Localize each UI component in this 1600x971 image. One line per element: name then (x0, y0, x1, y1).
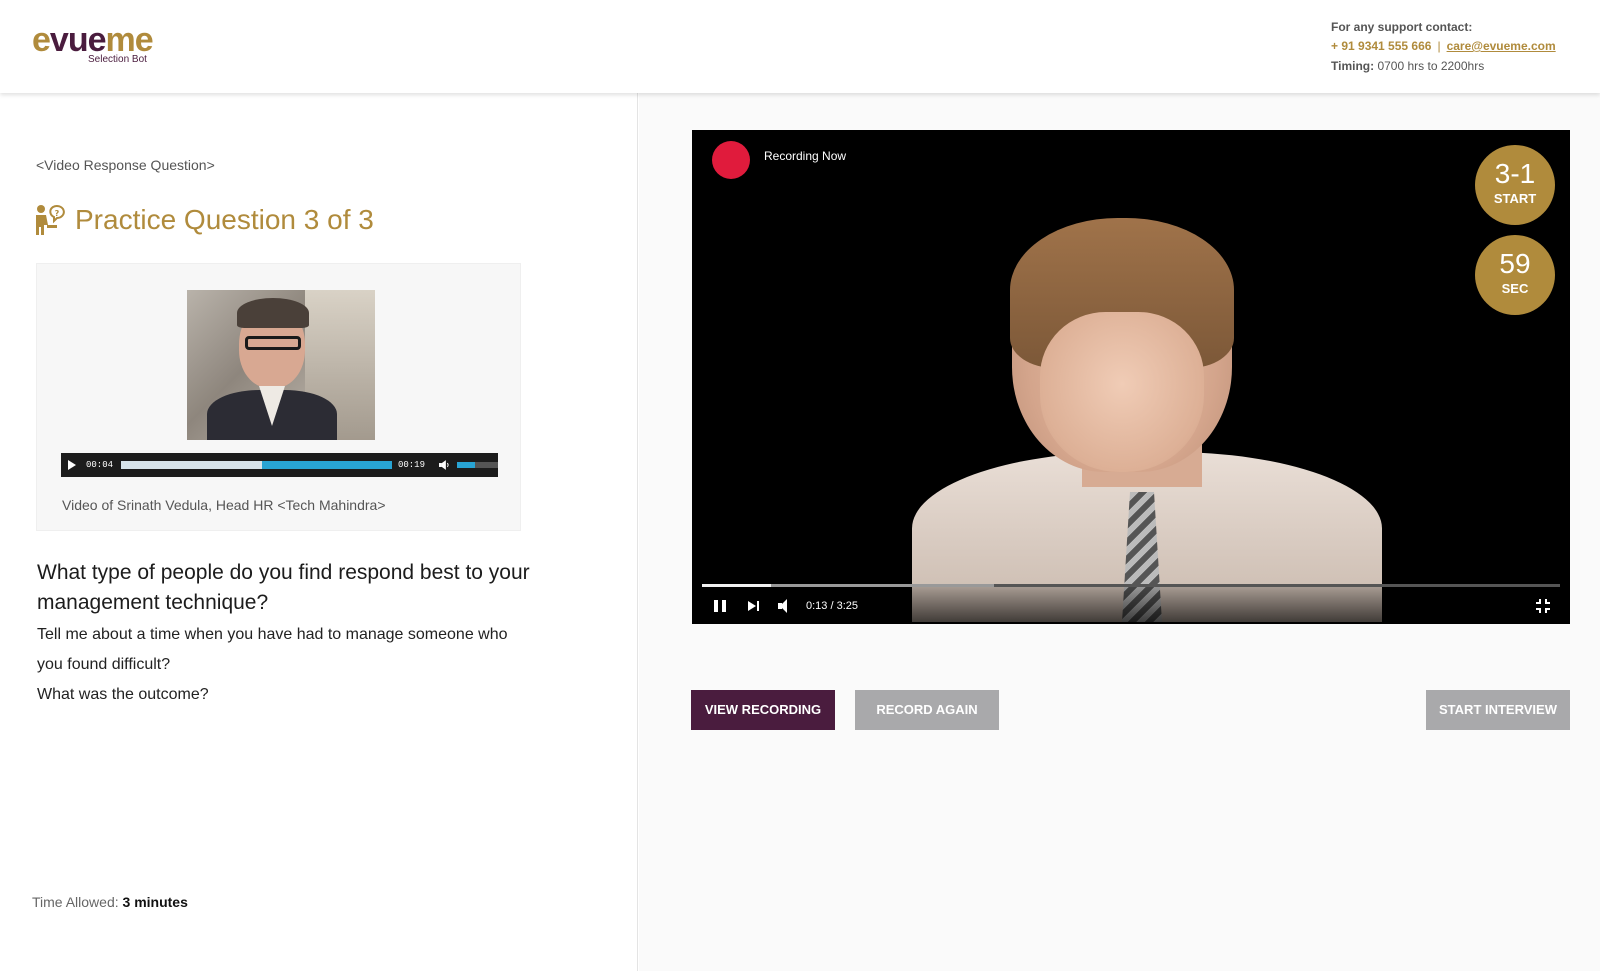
countdown-start-value: 3-1 (1494, 158, 1536, 189)
video-time: 0:13 / 3:25 (806, 599, 858, 612)
countdown-seconds-label: SEC (1501, 281, 1529, 296)
exit-fullscreen-icon[interactable] (1536, 599, 1550, 613)
next-icon[interactable] (748, 600, 760, 612)
recording-status: Recording Now (764, 149, 847, 163)
support-email-link[interactable]: care@evueme.com (1447, 39, 1556, 53)
countdown-seconds-badge: 59 SEC (1475, 235, 1555, 315)
question-title-row: ? Practice Question 3 of 3 (33, 203, 374, 237)
pause-icon[interactable] (714, 599, 726, 612)
time-allowed: Time Allowed: 3 minutes (32, 894, 188, 910)
view-recording-button[interactable]: VIEW RECORDING (691, 690, 835, 730)
question-details: Tell me about a time when you have had t… (37, 620, 527, 710)
candidate-video-feed (912, 218, 1382, 622)
support-timing-label: Timing: (1331, 59, 1375, 73)
question-panel: <Video Response Question> ? Practice Que… (0, 93, 638, 971)
question-title: Practice Question 3 of 3 (75, 204, 374, 235)
interviewer-video-thumbnail[interactable] (187, 290, 375, 440)
countdown-start-label: START (1493, 191, 1537, 206)
play-icon[interactable] (68, 460, 76, 470)
question-type-label: <Video Response Question> (36, 157, 215, 173)
support-timing-value: 0700 hrs to 2200hrs (1377, 59, 1485, 73)
seek-bar[interactable] (121, 461, 392, 469)
app-header: evueme Selection Bot For any support con… (0, 0, 1600, 93)
video-controls: 0:13 / 3:25 (692, 587, 1570, 624)
countdown-start-badge: 3-1 START (1475, 145, 1555, 225)
support-phone[interactable]: + 91 9341 555 666 (1331, 39, 1431, 53)
support-separator: | (1437, 39, 1441, 53)
question-detail-line: What was the outcome? (37, 686, 209, 703)
logo-subtitle: Selection Bot (88, 54, 147, 65)
webcam-recording-video[interactable]: Recording Now 3-1 START 59 SEC 0:13 / 3:… (692, 130, 1570, 624)
svg-text:?: ? (55, 209, 60, 218)
question-detail-line: you found difficult? (37, 656, 171, 673)
interviewer-video-card: 00:04 00:19 Video of Srinath Vedula, Hea… (36, 263, 521, 531)
time-allowed-value: 3 minutes (122, 894, 188, 910)
support-info: For any support contact: + 91 9341 555 6… (1331, 18, 1556, 75)
volume-icon[interactable] (778, 598, 794, 613)
record-again-button[interactable]: RECORD AGAIN (855, 690, 999, 730)
question-text: What type of people do you find respond … (37, 561, 530, 614)
logo-wordmark: evueme (32, 21, 154, 59)
support-title: For any support contact: (1331, 20, 1473, 34)
countdown-seconds-value: 59 (1499, 248, 1531, 279)
question-detail-line: Tell me about a time when you have had t… (37, 626, 508, 643)
start-interview-button[interactable]: START INTERVIEW (1426, 690, 1570, 730)
volume-icon[interactable] (438, 460, 451, 470)
time-allowed-label: Time Allowed: (32, 894, 119, 910)
media-player-controls: 00:04 00:19 (61, 453, 498, 477)
person-question-icon: ? (36, 205, 65, 235)
video-caption: Video of Srinath Vedula, Head HR <Tech M… (62, 497, 386, 513)
volume-slider[interactable] (456, 462, 498, 468)
record-indicator-icon (712, 141, 750, 179)
evueme-logo[interactable]: evueme Selection Bot (32, 21, 154, 65)
current-time: 00:04 (86, 460, 114, 470)
total-time: 00:19 (397, 460, 425, 470)
